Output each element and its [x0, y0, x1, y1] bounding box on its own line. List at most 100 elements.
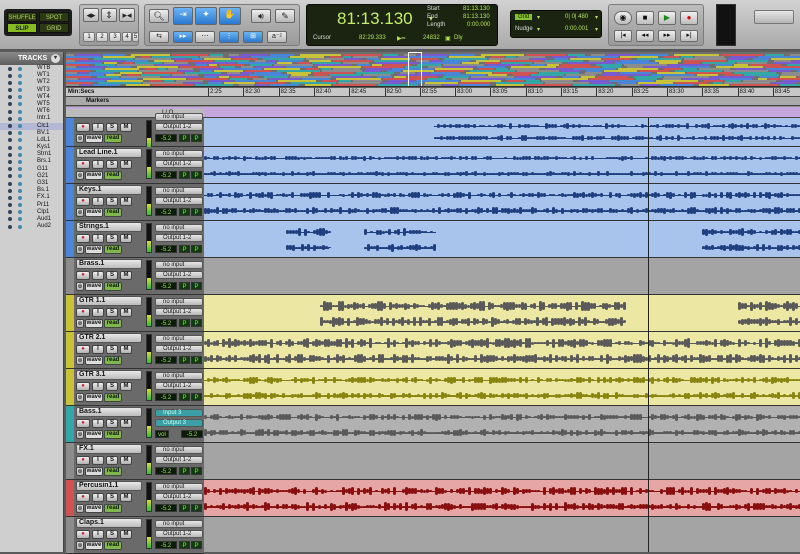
mute-button[interactable]: M: [120, 456, 132, 465]
automation-mode-selector[interactable]: read: [104, 134, 122, 143]
input-selector[interactable]: no input: [155, 520, 203, 528]
main-counter[interactable]: 81:13.130: [337, 9, 413, 29]
track-dot-icon[interactable]: [18, 109, 22, 114]
record-enable-button[interactable]: ●: [76, 197, 90, 206]
volume-value[interactable]: -5.2: [155, 504, 177, 512]
track-list-item[interactable]: WT3: [0, 87, 63, 94]
mute-button[interactable]: M: [120, 197, 132, 206]
return-to-zero-icon[interactable]: |◂: [614, 30, 632, 42]
automation-mode-selector[interactable]: read: [104, 393, 122, 402]
show-hide-icon[interactable]: [8, 188, 12, 193]
window-config-icon[interactable]: [754, 10, 794, 24]
pencil-tool-icon[interactable]: ✎: [275, 9, 295, 23]
pan-left-knob[interactable]: P: [179, 171, 190, 179]
track-name[interactable]: GTR 1.1: [76, 296, 142, 306]
grid-label[interactable]: Grid: [515, 14, 533, 20]
automation-mode-selector[interactable]: read: [104, 467, 122, 476]
record-enable-button[interactable]: ●: [76, 271, 90, 280]
pan-left-knob[interactable]: P: [179, 541, 190, 549]
output-selector[interactable]: Output 1-2: [155, 160, 203, 168]
playlist-menu-icon[interactable]: ◎: [76, 245, 84, 254]
track-dot-icon[interactable]: [18, 131, 22, 136]
solo-button[interactable]: S: [106, 123, 118, 132]
track-lane[interactable]: [204, 480, 800, 517]
track-dot-icon[interactable]: [18, 203, 22, 208]
track-dot-icon[interactable]: [18, 224, 22, 229]
track-list-item[interactable]: Pr11: [0, 202, 63, 209]
show-hide-icon[interactable]: [8, 80, 12, 85]
volume-value[interactable]: -5.2: [155, 393, 177, 401]
spot-mode-button[interactable]: SPOT: [39, 12, 69, 22]
link-timeline-icon[interactable]: ▸▸: [173, 31, 193, 43]
input-monitor-button[interactable]: I: [92, 382, 104, 391]
show-hide-icon[interactable]: [8, 167, 12, 172]
playlist-menu-icon[interactable]: ◎: [76, 134, 84, 143]
volume-value[interactable]: -5.2: [155, 467, 177, 475]
track-list-item[interactable]: WT4: [0, 94, 63, 101]
track-list-item[interactable]: Intr.1: [0, 115, 63, 122]
track-dot-icon[interactable]: [18, 66, 22, 71]
playlist-area[interactable]: [204, 118, 800, 552]
grid-value-dropdown-icon[interactable]: ▾: [595, 14, 598, 21]
playlist-menu-icon[interactable]: ◎: [76, 467, 84, 476]
track-view-selector[interactable]: wave: [85, 245, 103, 254]
online-icon[interactable]: ◉: [614, 11, 632, 25]
record-enable-button[interactable]: ●: [76, 456, 90, 465]
track-view-selector[interactable]: wave: [85, 134, 103, 143]
solo-button[interactable]: S: [106, 197, 118, 206]
link-track-icon[interactable]: ⋯: [195, 31, 215, 43]
mute-button[interactable]: M: [120, 123, 132, 132]
input-monitor-button[interactable]: I: [92, 271, 104, 280]
input-selector[interactable]: no input: [155, 187, 203, 195]
track-dot-icon[interactable]: [18, 195, 22, 200]
zoom-preset-5[interactable]: 5: [132, 32, 139, 42]
mirror-midi-icon[interactable]: ⊞: [243, 31, 263, 43]
output-selector[interactable]: Output 1-2: [155, 456, 203, 464]
pan-right-knob[interactable]: P: [191, 208, 202, 216]
input-selector[interactable]: no input: [155, 483, 203, 491]
slip-mode-button[interactable]: SLIP: [7, 23, 37, 33]
volume-value[interactable]: -5.2: [155, 282, 177, 290]
mute-button[interactable]: M: [120, 345, 132, 354]
mute-button[interactable]: M: [120, 160, 132, 169]
playlist-menu-icon[interactable]: ◎: [76, 504, 84, 513]
pan-left-knob[interactable]: P: [179, 393, 190, 401]
input-selector[interactable]: no input: [155, 372, 203, 380]
track-lane[interactable]: [204, 221, 800, 258]
solo-button[interactable]: S: [106, 160, 118, 169]
mute-button[interactable]: M: [120, 271, 132, 280]
mute-button[interactable]: M: [120, 234, 132, 243]
track-name[interactable]: Percusin1.1: [76, 481, 142, 491]
track-list-item[interactable]: Kys1: [0, 144, 63, 151]
track-header[interactable]: ● I S M ◎ wave read no input Output 1-2 -5.2 P P: [66, 113, 204, 150]
solo-button[interactable]: S: [106, 456, 118, 465]
shuffle-mode-button[interactable]: SHUFFLE: [7, 12, 37, 22]
universe-overview[interactable]: [66, 52, 800, 87]
track-name[interactable]: Claps.1: [76, 518, 142, 528]
volume-value[interactable]: -5.2: [155, 319, 177, 327]
solo-button[interactable]: S: [106, 382, 118, 391]
track-lane[interactable]: [204, 258, 800, 295]
tracks-menu-icon[interactable]: ▾: [51, 54, 60, 63]
automation-mode-selector[interactable]: read: [104, 430, 122, 439]
volume-value[interactable]: -5.2: [155, 134, 177, 142]
record-enable-button[interactable]: ●: [76, 308, 90, 317]
track-list-item[interactable]: FX.1: [0, 194, 63, 201]
solo-button[interactable]: S: [106, 271, 118, 280]
fast-forward-icon[interactable]: ▸▸: [658, 30, 676, 42]
overview-view-box[interactable]: [408, 52, 422, 86]
track-list-item[interactable]: Strn1: [0, 151, 63, 158]
track-header[interactable]: Bass.1 ● I S M ◎ wave read Input 3 Output 3 vol -5.…: [66, 406, 204, 443]
show-hide-icon[interactable]: [8, 195, 12, 200]
pan-left-knob[interactable]: P: [179, 319, 190, 327]
pan-left-knob[interactable]: P: [179, 134, 190, 142]
track-dot-icon[interactable]: [18, 95, 22, 100]
insertion-follows-icon[interactable]: ⋮: [219, 31, 239, 43]
playlist-menu-icon[interactable]: ◎: [76, 282, 84, 291]
zoomer-tool-icon[interactable]: 🔍︎: [149, 9, 169, 23]
track-view-selector[interactable]: wave: [85, 504, 103, 513]
mute-button[interactable]: M: [120, 530, 132, 539]
track-view-selector[interactable]: wave: [85, 393, 103, 402]
pan-right-knob[interactable]: P: [191, 356, 202, 364]
track-lane[interactable]: [204, 118, 800, 147]
